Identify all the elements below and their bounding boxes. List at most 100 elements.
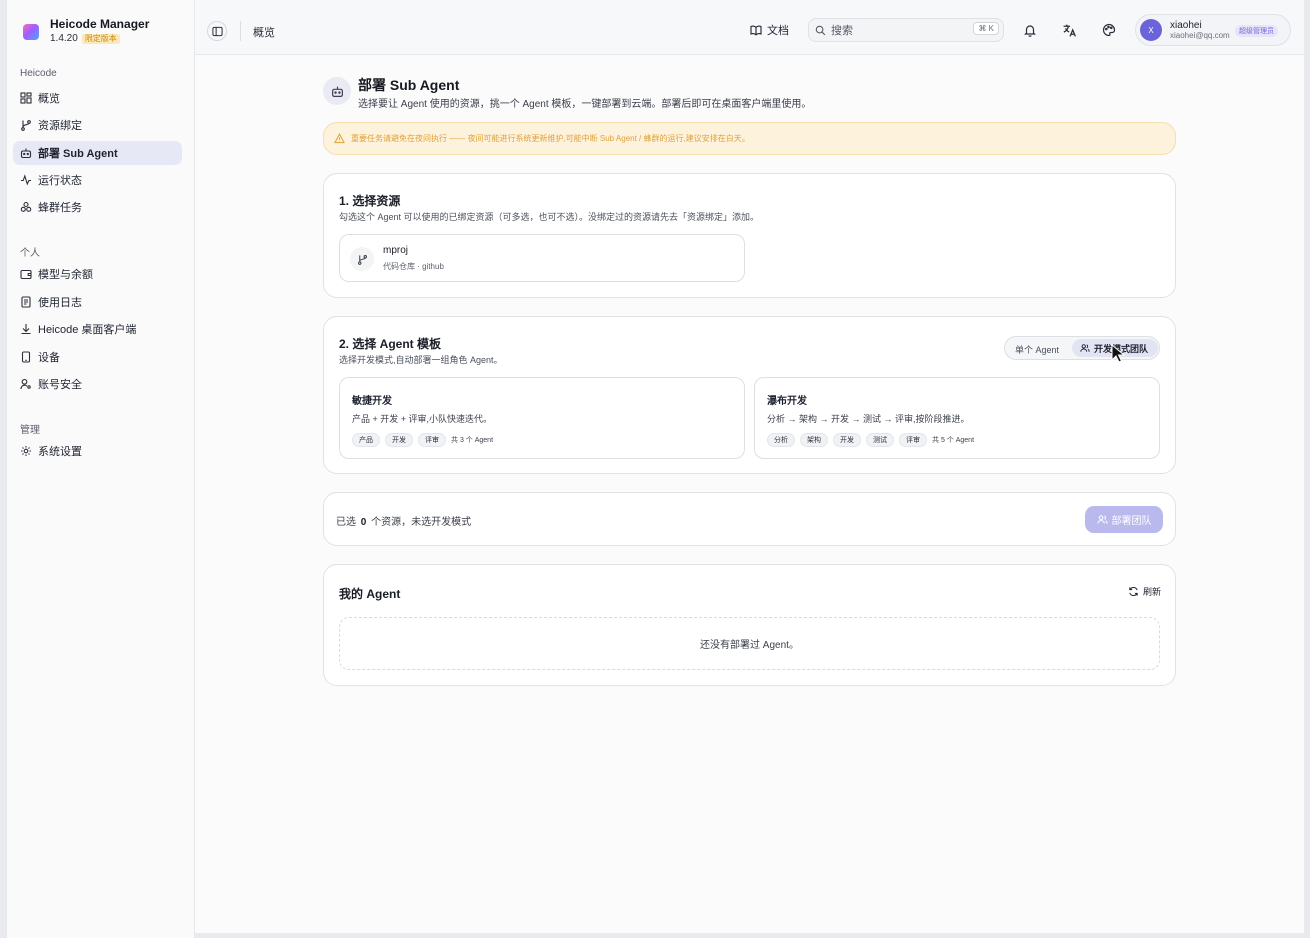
mouse-cursor-icon bbox=[1111, 344, 1125, 363]
app-version: 1.4.20 bbox=[50, 33, 78, 44]
role-tag: 分析 bbox=[767, 433, 795, 447]
sidebar-item-deploy-sub-agent[interactable]: 部署 Sub Agent bbox=[13, 141, 182, 165]
sidebar-item-swarm-tasks[interactable]: 蜂群任务 bbox=[13, 195, 182, 219]
user-menu[interactable]: X xiaohei xiaohei@qq.com 超级管理员 bbox=[1135, 14, 1291, 46]
dashboard-icon bbox=[20, 92, 32, 104]
sidebar-item-label: 部署 Sub Agent bbox=[38, 148, 118, 160]
divider bbox=[240, 21, 241, 41]
template-agile[interactable]: 敏捷开发 产品 + 开发 + 评审,小队快速迭代。 产品 开发 评审 共 3 个… bbox=[339, 377, 745, 459]
user-name: xiaohei bbox=[1170, 19, 1202, 31]
deploy-label: 部署团队 bbox=[1111, 516, 1152, 527]
wallet-icon bbox=[20, 269, 32, 280]
sidebar-item-run-status[interactable]: 运行状态 bbox=[13, 168, 182, 192]
bot-icon bbox=[331, 86, 343, 97]
sidebar-item-label: 概览 bbox=[38, 93, 60, 105]
my-agents-title: 我的 Agent bbox=[339, 587, 401, 601]
summary-suffix: 个资源，未选开发模式 bbox=[371, 517, 472, 528]
palette-icon bbox=[1102, 23, 1116, 37]
page-subtitle: 选择要让 Agent 使用的资源，挑一个 Agent 模板，一键部署到云端。部署… bbox=[358, 99, 812, 110]
template-name: 瀑布开发 bbox=[767, 396, 807, 407]
role-tag: 评审 bbox=[418, 433, 446, 447]
bot-icon bbox=[20, 148, 32, 159]
template-tags: 产品 开发 评审 共 3 个 Agent bbox=[352, 433, 493, 447]
sidebar-item-label: 模型与余额 bbox=[38, 269, 93, 281]
git-branch-icon bbox=[357, 254, 367, 265]
language-button[interactable] bbox=[1060, 21, 1078, 39]
step2-title: 2. 选择 Agent 模板 bbox=[339, 337, 442, 351]
app-logo bbox=[23, 24, 39, 40]
refresh-icon bbox=[1129, 586, 1138, 597]
role-tag: 测试 bbox=[866, 433, 894, 447]
deploy-team-button[interactable]: 部署团队 bbox=[1085, 506, 1163, 533]
app-name: Heicode Manager bbox=[50, 17, 150, 31]
users-icon bbox=[1080, 344, 1090, 352]
search-placeholder: 搜索 bbox=[831, 25, 853, 37]
resource-icon bbox=[350, 247, 374, 271]
refresh-label: 刷新 bbox=[1142, 587, 1161, 597]
theme-button[interactable] bbox=[1100, 21, 1118, 39]
template-waterfall[interactable]: 瀑布开发 分析 → 架构 → 开发 → 测试 → 评审,按阶段推进。 分析 架构… bbox=[754, 377, 1160, 459]
sidebar-item-label: Heicode 桌面客户端 bbox=[38, 324, 137, 336]
book-icon bbox=[750, 25, 762, 36]
role-tag: 架构 bbox=[800, 433, 828, 447]
template-desc: 产品 + 开发 + 评审,小队快速迭代。 bbox=[352, 414, 493, 424]
template-name: 敏捷开发 bbox=[352, 396, 392, 407]
warning-text: 重要任务请避免在夜间执行 —— 夜间可能进行系统更新维护,可能中断 Sub Ag… bbox=[351, 134, 750, 143]
search-input[interactable]: 搜索 ⌘ K bbox=[808, 18, 1004, 42]
nav-section-heicode: Heicode bbox=[20, 68, 57, 79]
role-tag: 产品 bbox=[352, 433, 380, 447]
user-key-icon bbox=[20, 378, 31, 390]
resource-item[interactable]: mproj 代码仓库 · github bbox=[339, 234, 745, 282]
breadcrumb: 概览 bbox=[253, 27, 275, 39]
selection-summary: 已选 0 个资源，未选开发模式 bbox=[336, 513, 471, 528]
sidebar-item-overview[interactable]: 概览 bbox=[13, 86, 182, 110]
select-resources-card: 1. 选择资源 勾选这个 Agent 可以使用的已绑定资源（可多选，也可不选）。… bbox=[323, 173, 1176, 298]
refresh-button[interactable]: 刷新 bbox=[1128, 585, 1161, 598]
template-desc: 分析 → 架构 → 开发 → 测试 → 评审,按阶段推进。 bbox=[767, 414, 970, 424]
notifications-button[interactable] bbox=[1021, 21, 1039, 39]
page-icon bbox=[323, 77, 351, 105]
step1-title: 1. 选择资源 bbox=[339, 194, 401, 208]
version-badge: 限定版本 bbox=[81, 34, 120, 44]
device-icon bbox=[21, 351, 31, 363]
role-tag: 评审 bbox=[899, 433, 927, 447]
sidebar: Heicode Manager 1.4.20 限定版本 Heicode 概览 资… bbox=[6, 0, 195, 938]
single-agent-option[interactable]: 单个 Agent bbox=[1015, 343, 1059, 356]
role-tag: 开发 bbox=[385, 433, 413, 447]
step2-subtitle: 选择开发模式,自动部署一组角色 Agent。 bbox=[339, 355, 503, 365]
avatar: X bbox=[1140, 19, 1162, 41]
brand[interactable]: Heicode Manager 1.4.20 限定版本 bbox=[23, 17, 149, 46]
sidebar-item-devices[interactable]: 设备 bbox=[13, 345, 182, 369]
role-tag: 开发 bbox=[833, 433, 861, 447]
gear-icon bbox=[21, 446, 31, 456]
warning-banner: 重要任务请避免在夜间执行 —— 夜间可能进行系统更新维护,可能中断 Sub Ag… bbox=[323, 122, 1176, 155]
swarm-icon bbox=[20, 201, 32, 212]
template-tags: 分析 架构 开发 测试 评审 共 5 个 Agent bbox=[767, 433, 974, 447]
sidebar-item-desktop-client[interactable]: Heicode 桌面客户端 bbox=[13, 317, 182, 341]
sidebar-item-label: 账号安全 bbox=[38, 379, 82, 391]
sidebar-item-usage-logs[interactable]: 使用日志 bbox=[13, 290, 182, 314]
git-branch-icon bbox=[21, 120, 31, 131]
sidebar-item-account-security[interactable]: 账号安全 bbox=[13, 372, 182, 396]
sidebar-toggle-button[interactable] bbox=[207, 21, 227, 41]
sidebar-item-label: 系统设置 bbox=[38, 446, 82, 458]
docs-link[interactable]: 文档 bbox=[750, 22, 789, 38]
deploy-summary-bar: 已选 0 个资源，未选开发模式 部署团队 bbox=[323, 492, 1176, 546]
bell-icon bbox=[1024, 25, 1036, 37]
sidebar-item-system-settings[interactable]: 系统设置 bbox=[13, 439, 182, 463]
sidebar-item-models-balance[interactable]: 模型与余额 bbox=[13, 262, 182, 286]
topbar: 概览 文档 搜索 ⌘ K X xiaohei xiaohei@qq.com 超级… bbox=[195, 0, 1304, 55]
summary-prefix: 已选 bbox=[336, 517, 356, 528]
main-content: 部署 Sub Agent 选择要让 Agent 使用的资源，挑一个 Agent … bbox=[195, 55, 1304, 933]
step1-subtitle: 勾选这个 Agent 可以使用的已绑定资源（可多选，也可不选）。没绑定过的资源请… bbox=[339, 212, 760, 222]
my-agents-card: 我的 Agent 刷新 还没有部署过 Agent。 bbox=[323, 564, 1176, 686]
docs-label: 文档 bbox=[767, 25, 789, 37]
sidebar-item-label: 使用日志 bbox=[38, 297, 82, 309]
sidebar-item-label: 蜂群任务 bbox=[38, 202, 82, 214]
panel-left-icon bbox=[211, 26, 223, 36]
download-icon bbox=[21, 324, 31, 335]
mode-toggle: 单个 Agent 开发模式团队 bbox=[1004, 336, 1160, 360]
log-icon bbox=[21, 296, 31, 308]
sidebar-item-resource-binding[interactable]: 资源绑定 bbox=[13, 113, 182, 137]
translate-icon bbox=[1063, 24, 1076, 37]
